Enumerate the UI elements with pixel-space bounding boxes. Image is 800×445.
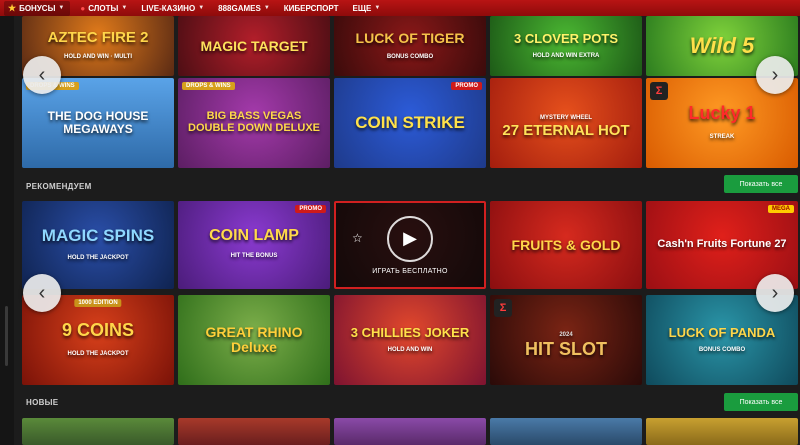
chevron-down-icon: ▼ [58, 5, 65, 11]
game-tile-great-rhino-deluxe[interactable]: GREAT RHINO Deluxe [178, 295, 330, 385]
promo-badge: PROMO [295, 205, 326, 213]
scrollbar[interactable] [5, 306, 8, 366]
cherry-icon: ● [80, 3, 86, 13]
section-title-recommended: РЕКОМЕНДУЕМ [26, 182, 92, 191]
game-tile-27-eternal-hot[interactable]: MYSTERY WHEEL 27 ETERNAL HOT [490, 78, 642, 168]
nav-slots[interactable]: ● СЛОТЫ ▼ [80, 4, 127, 13]
game-tile-big-bass-vegas[interactable]: DROPS & WINS BIG BASS VEGAS DOUBLE DOWN … [178, 78, 330, 168]
chevron-down-icon: ▼ [198, 5, 205, 11]
chevron-left-icon: ‹ [38, 63, 46, 86]
game-tile-new-4[interactable] [490, 418, 642, 445]
nav-live-casino[interactable]: LIVE-КАЗИНО ▼ [141, 4, 204, 13]
top-navigation: ★ БОНУСЫ ▼ ● СЛОТЫ ▼ LIVE-КАЗИНО ▼ 888GA… [0, 0, 800, 16]
game-tile-luck-of-tiger[interactable]: LUCK OF TIGER BONUS COMBO [334, 16, 486, 76]
carousel-prev-button[interactable]: ‹ [23, 274, 61, 312]
game-tile-fruits-gold[interactable]: FRUITS & GOLD [490, 201, 642, 289]
chevron-left-icon: ‹ [38, 281, 46, 304]
game-tile-3-clover-pots[interactable]: 3 CLOVER POTS HOLD AND WIN EXTRA [490, 16, 642, 76]
game-tile-hit-slot[interactable]: Σ 2024 HIT SLOT [490, 295, 642, 385]
games-row-recommended: MAGIC SPINS HOLD THE JACKPOT PROMO COIN L… [22, 201, 798, 289]
games-row-new [22, 418, 798, 445]
chevron-down-icon: ▼ [374, 5, 381, 11]
carousel-next-button[interactable]: › [756, 56, 794, 94]
nav-esports[interactable]: КИБЕРСПОРТ [284, 4, 339, 13]
game-tile-new-2[interactable] [178, 418, 330, 445]
games-row-featured: DROPS & WINS THE DOG HOUSE MEGAWAYS DROP… [22, 78, 798, 168]
game-tile-new-1[interactable] [22, 418, 174, 445]
provider-logo-icon: Σ [494, 299, 512, 317]
edition-badge: 1000 EDITION [74, 299, 122, 307]
play-icon: ▶ [403, 228, 417, 248]
star-icon: ★ [8, 2, 17, 13]
show-all-recommended-button[interactable]: Показать все [724, 175, 798, 193]
left-sidebar-strip [0, 16, 14, 445]
carousel-next-button[interactable]: › [756, 274, 794, 312]
games-row-top: AZTEC FIRE 2 HOLD AND WIN · MULTI MAGIC T… [22, 16, 798, 76]
game-tile-coin-strike[interactable]: PROMO COIN STRIKE [334, 78, 486, 168]
chevron-down-icon: ▼ [263, 5, 270, 11]
chevron-right-icon: › [771, 63, 779, 86]
nav-888games[interactable]: 888GAMES ▼ [218, 4, 270, 13]
mega-badge: MEGA [768, 205, 794, 213]
show-all-new-button[interactable]: Показать все [724, 393, 798, 411]
chevron-right-icon: › [771, 281, 779, 304]
promo-badge: PROMO [451, 82, 482, 90]
play-free-link[interactable]: ИГРАТЬ БЕСПЛАТНО [372, 268, 448, 275]
games-row-recommended-2: 1000 EDITION 9 COINS HOLD THE JACKPOT GRE… [22, 295, 798, 385]
carousel-prev-button[interactable]: ‹ [23, 56, 61, 94]
provider-logo-icon: Σ [650, 82, 668, 100]
game-tile-new-3[interactable] [334, 418, 486, 445]
game-tile-hovered[interactable]: ☆ ▶ ИГРАТЬ БЕСПЛАТНО [334, 201, 486, 289]
hover-overlay: ☆ ▶ ИГРАТЬ БЕСПЛАТНО [334, 201, 486, 289]
chevron-down-icon: ▼ [121, 5, 128, 11]
play-button[interactable]: ▶ [387, 215, 433, 262]
game-tile-coin-lamp[interactable]: PROMO COIN LAMP HIT THE BONUS [178, 201, 330, 289]
section-title-new: НОВЫЕ [26, 398, 59, 407]
game-tile-3-chillies-joker[interactable]: 3 CHILLIES JOKER HOLD AND WIN [334, 295, 486, 385]
game-tile-magic-target[interactable]: MAGIC TARGET [178, 16, 330, 76]
game-tile-new-5[interactable] [646, 418, 798, 445]
favorite-star-icon[interactable]: ☆ [352, 231, 363, 245]
nav-more[interactable]: ЕЩЕ ▼ [353, 4, 381, 13]
nav-bonuses[interactable]: ★ БОНУСЫ ▼ [4, 0, 71, 16]
drops-wins-badge: DROPS & WINS [182, 82, 235, 90]
